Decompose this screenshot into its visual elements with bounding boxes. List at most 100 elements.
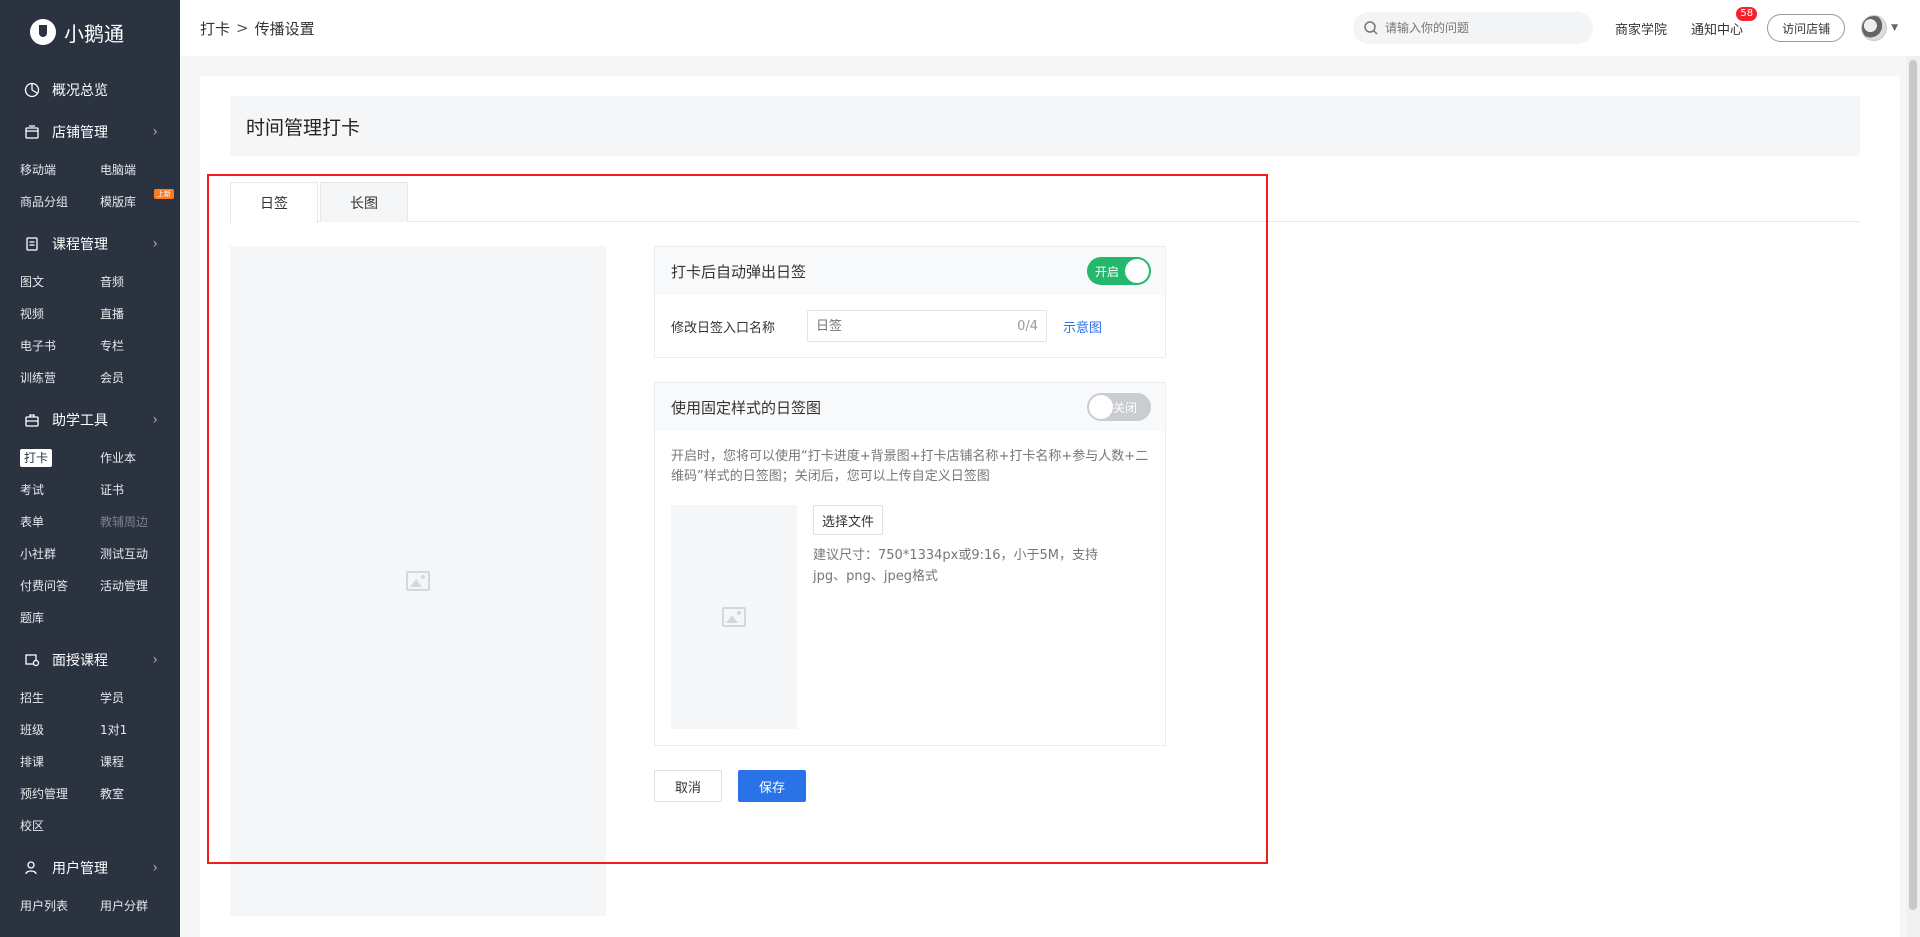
sidebar-item[interactable]: 小社群 [20, 538, 100, 570]
sidebar-group-3[interactable]: 助学工具 › [0, 404, 180, 436]
sidebar-item[interactable]: 题库 [20, 602, 100, 634]
app-name: 小鹅通 [64, 21, 124, 46]
sidebar-item[interactable]: 音频 [100, 266, 180, 298]
cancel-button[interactable]: 取消 [654, 770, 723, 802]
sidebar-item[interactable]: 课程 [100, 746, 180, 778]
sidebar-item-label: 打卡 [20, 449, 53, 467]
sidebar-item-label: 模版库 [100, 195, 137, 209]
fixed-style-panel: 使用固定样式的日签图 关闭 开启时，您将可以使用“打卡进度+背景图+打卡店铺名称… [654, 382, 1166, 746]
sidebar-group-2[interactable]: 课程管理 › [0, 228, 180, 260]
sidebar-item[interactable]: 移动端 [20, 154, 100, 186]
sidebar-group-1[interactable]: 店铺管理 › [0, 116, 180, 148]
sidebar-item[interactable]: 会员 [100, 362, 180, 394]
form-actions: 取消 保存 [654, 770, 1166, 802]
sidebar-item[interactable]: 训练营 [20, 362, 100, 394]
entry-name-field[interactable]: 0/4 [807, 310, 1047, 342]
sidebar-item-label: 电脑端 [100, 163, 137, 177]
academy-link[interactable]: 商家学院 [1615, 19, 1667, 38]
sidebar-item[interactable]: 模版库 上新 [100, 186, 180, 218]
sidebar-item[interactable]: 教辅周边 [100, 506, 180, 538]
sidebar-item[interactable]: 图文 [20, 266, 100, 298]
sidebar-item[interactable]: 1对1 [100, 714, 180, 746]
choose-file-button[interactable]: 选择文件 [813, 505, 884, 535]
sidebar-group-label: 概况总览 [52, 83, 108, 99]
sidebar-item-label: 用户列表 [20, 899, 69, 913]
sidebar-item-label: 班级 [20, 723, 45, 737]
new-badge: 上新 [154, 189, 174, 199]
sidebar-item[interactable]: 直播 [100, 298, 180, 330]
image-placeholder-icon [722, 607, 746, 627]
sidebar-item[interactable]: 商品分组 [20, 186, 100, 218]
sidebar-item-label: 招生 [20, 691, 45, 705]
sidebar-item-label: 表单 [20, 515, 45, 529]
app-logo[interactable]: 小鹅通 [0, 0, 180, 64]
breadcrumb-item-checkin[interactable]: 打卡 [200, 18, 230, 39]
sidebar-item[interactable]: 学员 [100, 682, 180, 714]
sidebar-group-label: 店铺管理 [52, 125, 108, 141]
logo-icon [30, 19, 56, 45]
example-link[interactable]: 示意图 [1063, 317, 1102, 336]
chevron-right-icon: › [152, 124, 158, 140]
main-content: 时间管理打卡 日签 长图 打卡后自动弹出日签 开启 修改日签入口名称 日签 0/… [180, 56, 1900, 937]
upload-hint: 建议尺寸：750*1334px或9:16，小于5M，支持jpg、png、jpeg… [813, 548, 1099, 584]
sidebar-item[interactable]: 电子书 [20, 330, 100, 362]
notice-center-link[interactable]: 通知中心 58 [1691, 6, 1758, 38]
top-bar: 打卡 > 传播设置 商家学院 通知中心 58 访问店铺 ▼ [180, 0, 1920, 56]
classroom-icon [24, 652, 40, 668]
chevron-right-icon: › [152, 236, 158, 252]
sidebar-item[interactable]: 专栏 [100, 330, 180, 362]
sidebar-item-label: 考试 [20, 483, 45, 497]
auto-popup-toggle-label: 开启 [1095, 264, 1120, 279]
sidebar-item[interactable]: 招生 [20, 682, 100, 714]
toggle-knob [1125, 259, 1149, 283]
sidebar: 小鹅通 概况总览店铺管理 › 移动端 电脑端商品分组 模版库 上新课程管理 › 图文 音频 视频 直… [0, 0, 180, 937]
sidebar-item[interactable]: 打卡 [20, 442, 100, 474]
entry-name-input[interactable] [816, 318, 1018, 334]
sidebar-group-5[interactable]: 用户管理 › [0, 852, 180, 884]
sidebar-item-label: 作业本 [100, 451, 137, 465]
sidebar-item-label: 证书 [100, 483, 125, 497]
sidebar-item[interactable]: 预约管理 [20, 778, 100, 810]
sidebar-item[interactable]: 电脑端 [100, 154, 180, 186]
avatar[interactable] [1861, 15, 1888, 41]
sidebar-item[interactable]: 校区 [20, 810, 100, 842]
sidebar-item[interactable]: 视频 [20, 298, 100, 330]
avatar-caret-icon[interactable]: ▼ [1891, 23, 1898, 33]
sidebar-item[interactable]: 班级 [20, 714, 100, 746]
sidebar-item[interactable]: 活动管理 [100, 570, 180, 602]
sidebar-item[interactable]: 考试 [20, 474, 100, 506]
page-title: 时间管理打卡 [230, 96, 1860, 156]
help-search[interactable] [1353, 12, 1594, 44]
sidebar-item-label: 图文 [20, 275, 45, 289]
auto-popup-panel: 打卡后自动弹出日签 开启 修改日签入口名称 0/4 示意图 [654, 246, 1166, 358]
chevron-right-icon: › [152, 860, 158, 876]
toggle-knob [1089, 395, 1113, 419]
sidebar-item-label: 电子书 [20, 339, 57, 353]
sidebar-item[interactable]: 付费问答 [20, 570, 100, 602]
sidebar-item[interactable]: 教室 [100, 778, 180, 810]
tab-daily-sign[interactable]: 日签 [230, 182, 318, 223]
sidebar-group-4[interactable]: 面授课程 › [0, 644, 180, 676]
scrollbar-thumb[interactable] [1909, 60, 1917, 910]
sidebar-item[interactable]: 证书 [100, 474, 180, 506]
fixed-style-toggle[interactable]: 关闭 [1087, 393, 1151, 421]
sidebar-item[interactable]: 排课 [20, 746, 100, 778]
user-icon [24, 860, 40, 876]
sidebar-item[interactable]: 作业本 [100, 442, 180, 474]
sidebar-item-label: 教辅周边 [100, 515, 149, 529]
sidebar-item[interactable]: 测试互动 [100, 538, 180, 570]
save-button[interactable]: 保存 [738, 770, 807, 802]
sidebar-item[interactable]: 用户列表 [20, 890, 100, 922]
sidebar-item-label: 教室 [100, 787, 125, 801]
sidebar-item-label: 商品分组 [20, 195, 69, 209]
search-input[interactable] [1385, 21, 1576, 35]
sidebar-item[interactable]: 用户分群 [100, 890, 180, 922]
auto-popup-toggle[interactable]: 开启 [1087, 257, 1151, 285]
sidebar-group-label: 面授课程 [52, 653, 108, 669]
page-scrollbar[interactable] [1906, 56, 1920, 937]
sidebar-item[interactable]: 表单 [20, 506, 100, 538]
sidebar-group-0[interactable]: 概况总览 [0, 74, 180, 106]
visit-store-button[interactable]: 访问店铺 [1767, 14, 1846, 42]
sidebar-group-label: 课程管理 [52, 237, 108, 253]
tab-long-image[interactable]: 长图 [320, 182, 408, 222]
